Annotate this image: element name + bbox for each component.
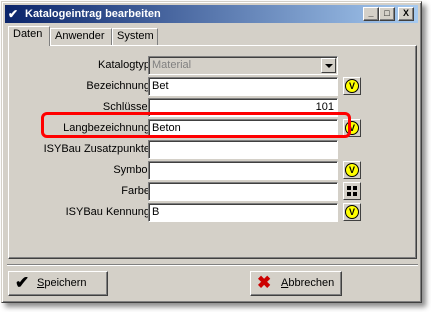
zusatzpunkte-input[interactable] <box>148 140 338 159</box>
bezeichnung-label: Bezeichnung <box>86 80 150 92</box>
schluessel-label: Schlüssel <box>102 101 150 113</box>
color-grid-icon <box>347 186 357 196</box>
symbol-lookup-button[interactable]: V <box>343 161 361 179</box>
dialog-window: ✔ Katalogeintrag bearbeiten _ □ X Daten … <box>1 1 422 303</box>
row-symbol: Symbol V <box>9 161 418 181</box>
zusatzpunkte-label: ISYBau Zusatzpunkte <box>43 143 150 155</box>
tab-system[interactable]: System <box>112 28 158 45</box>
schluessel-input[interactable]: 101 <box>148 98 338 117</box>
row-langbezeichnung: Langbezeichnung Beton V <box>9 119 418 139</box>
row-zusatzpunkte: ISYBau Zusatzpunkte <box>9 140 418 160</box>
checkmark-icon: ✔ <box>15 273 30 292</box>
langbezeichnung-input[interactable]: Beton <box>148 119 338 138</box>
v-circle-icon: V <box>345 79 359 93</box>
save-label: Speichern <box>37 277 87 289</box>
langbezeichnung-label: Langbezeichnung <box>63 122 150 134</box>
cancel-label: Abbrechen <box>281 277 335 289</box>
maximize-button[interactable]: □ <box>379 7 395 21</box>
katalogtyp-select[interactable]: Material <box>148 56 338 75</box>
title-bar[interactable]: ✔ Katalogeintrag bearbeiten _ □ X <box>5 5 418 23</box>
symbol-label: Symbol <box>113 164 150 176</box>
tab-daten[interactable]: Daten <box>8 26 50 46</box>
chevron-down-icon[interactable] <box>321 58 336 73</box>
row-farbe: Farbe <box>9 182 418 202</box>
window-title: Katalogeintrag bearbeiten <box>25 8 161 20</box>
row-katalogtyp: Katalogtyp Material <box>9 56 418 76</box>
symbol-input[interactable] <box>148 161 338 180</box>
close-button[interactable]: X <box>398 7 414 21</box>
bezeichnung-lookup-button[interactable]: V <box>343 77 361 95</box>
farbe-input[interactable] <box>148 182 338 201</box>
bezeichnung-input[interactable]: Bet <box>148 77 338 96</box>
v-circle-icon: V <box>345 121 359 135</box>
tab-panel-daten: Katalogtyp Material Bezeichnung Bet V Sc… <box>8 45 417 259</box>
color-picker-button[interactable] <box>343 182 361 200</box>
button-separator <box>7 264 418 266</box>
x-icon: ✖ <box>257 273 272 292</box>
farbe-label: Farbe <box>121 185 150 197</box>
checkmark-edit-icon: ✔ <box>8 7 19 21</box>
v-circle-icon: V <box>345 205 359 219</box>
katalogtyp-value: Material <box>152 59 192 71</box>
minimize-button[interactable]: _ <box>363 7 379 21</box>
row-schluessel: Schlüssel 101 <box>9 98 418 118</box>
katalogtyp-label: Katalogtyp <box>98 59 150 71</box>
v-circle-icon: V <box>345 163 359 177</box>
tab-anwender[interactable]: Anwender <box>50 28 112 45</box>
kennung-lookup-button[interactable]: V <box>343 203 361 221</box>
langbezeichnung-lookup-button[interactable]: V <box>343 119 361 137</box>
kennung-input[interactable]: B <box>148 203 338 222</box>
row-bezeichnung: Bezeichnung Bet V <box>9 77 418 97</box>
kennung-label: ISYBau Kennung <box>65 206 150 218</box>
cancel-button[interactable]: ✖ Abbrechen <box>250 271 342 296</box>
row-kennung: ISYBau Kennung B V <box>9 203 418 223</box>
save-button[interactable]: ✔ Speichern <box>8 271 108 296</box>
